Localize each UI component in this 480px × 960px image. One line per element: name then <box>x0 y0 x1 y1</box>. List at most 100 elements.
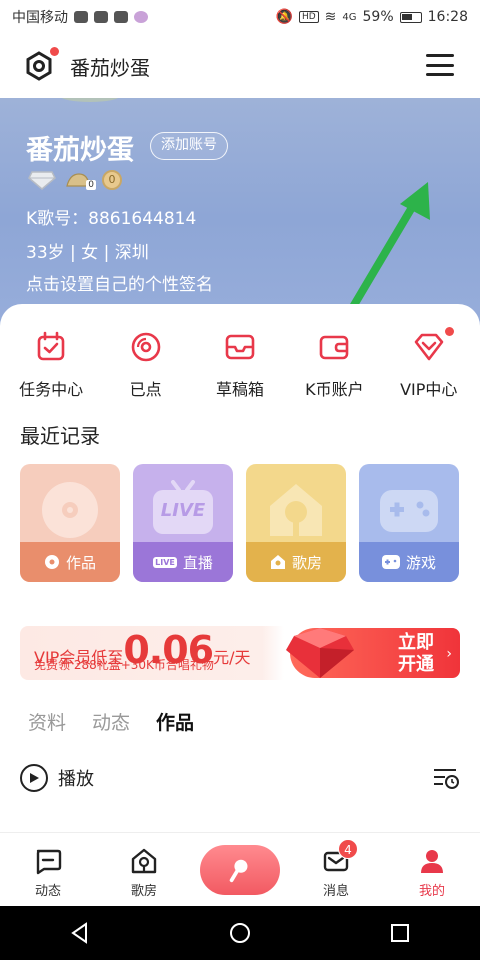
vip-diamond-icon <box>414 333 444 361</box>
banner-subtitle: 免费领 288礼盒+30K币合唱礼物 <box>34 658 214 672</box>
profile-header: 番茄炒蛋 添加账号 0 0 K歌号：8861644814 33岁 | 女 | 深… <box>0 98 480 338</box>
sing-button[interactable] <box>200 845 280 895</box>
signature-prompt[interactable]: 点击设置自己的个性签名 <box>26 270 213 295</box>
recent-records: 作品 LIVE LIVE 直播 歌房 游戏 <box>20 464 459 582</box>
tile-label: 游戏 <box>405 553 436 572</box>
signal-icon: 4G <box>342 11 357 23</box>
record-disc-small-icon <box>44 555 59 569</box>
coin-level-icon[interactable]: 0 <box>102 170 122 190</box>
recents-icon[interactable] <box>388 921 412 945</box>
red-gem-icon <box>286 628 354 678</box>
battery-icon <box>399 11 422 23</box>
play-icon[interactable] <box>20 764 48 792</box>
house-icon <box>131 848 157 874</box>
profile-nickname: 番茄炒蛋 <box>26 135 134 166</box>
house-icon <box>270 484 322 536</box>
system-navigation-bar <box>0 906 480 960</box>
app-notification-icon <box>114 11 128 23</box>
recent-records-title: 最近记录 <box>20 424 100 448</box>
gamepad-small-icon <box>381 555 400 569</box>
vip-promo-banner[interactable]: VIP会员低至0.06元/天 免费领 288礼盒+30K币合唱礼物 立即 开通 … <box>20 626 460 680</box>
recent-tile-room[interactable]: 歌房 <box>246 464 346 582</box>
wechat-notification-icon <box>74 11 88 23</box>
recent-tile-live[interactable]: LIVE LIVE 直播 <box>133 464 233 582</box>
main-card: 任务中心 已点 草稿箱 K币账户 VIP中心 最近记录 作品 LIVE LIVE… <box>0 304 480 844</box>
quick-vip-center[interactable]: VIP中心 <box>384 327 474 400</box>
settings-red-dot <box>50 47 59 56</box>
nav-messages[interactable]: 4 消息 <box>296 839 376 899</box>
inbox-tray-icon <box>225 334 255 360</box>
nav-label: 消息 <box>322 884 349 899</box>
k-id-text: K歌号：8861644814 <box>26 209 197 229</box>
nav-label: 我的 <box>418 884 445 899</box>
home-icon[interactable] <box>228 921 252 945</box>
banner-unit: 元/天 <box>213 648 251 667</box>
gamepad-icon <box>380 490 438 532</box>
quick-label: VIP中心 <box>400 380 458 399</box>
tile-label: 直播 <box>182 553 213 572</box>
hamburger-menu-icon[interactable] <box>426 54 454 76</box>
quick-ordered[interactable]: 已点 <box>101 330 191 400</box>
hd-icon: HD <box>298 11 319 23</box>
record-disc-icon <box>42 482 98 538</box>
header-title: 番茄炒蛋 <box>70 55 150 80</box>
quick-label: 草稿箱 <box>215 380 264 399</box>
quick-task-center[interactable]: 任务中心 <box>6 330 96 400</box>
status-bar: 中国移动 🔕 HD ≋ 4G 59% 16:28 <box>0 0 480 34</box>
person-icon <box>421 850 443 873</box>
live-small-icon: LIVE <box>153 556 177 568</box>
profile-background-decoration <box>60 98 120 102</box>
quick-label: 任务中心 <box>19 380 84 399</box>
house-small-icon <box>270 555 285 569</box>
tile-label: 作品 <box>65 553 96 572</box>
mute-icon: 🔕 <box>275 9 293 25</box>
quick-label: 已点 <box>129 380 162 399</box>
microphone-icon <box>229 859 248 883</box>
cta-text: 立即 开通 <box>398 632 434 676</box>
playlist-manage-icon[interactable] <box>432 766 460 790</box>
tab-works[interactable]: 作品 <box>156 708 194 735</box>
nav-sing[interactable] <box>200 845 280 895</box>
play-row: 播放 <box>20 764 460 792</box>
live-tag: LIVE <box>160 500 206 521</box>
recent-tile-works[interactable]: 作品 <box>20 464 120 582</box>
quick-drafts[interactable]: 草稿箱 <box>195 330 285 400</box>
vip-red-dot <box>444 327 454 336</box>
quick-kcoin-account[interactable]: K币账户 <box>289 330 379 400</box>
profile-details: 33岁 | 女 | 深圳 <box>26 243 149 263</box>
back-icon[interactable] <box>68 921 92 945</box>
chevron-right-icon: › <box>446 646 452 662</box>
battery-percent: 59% <box>362 9 394 25</box>
recent-tile-games[interactable]: 游戏 <box>359 464 459 582</box>
chat-bubble-icon <box>36 849 62 875</box>
profile-tabs: 资料 动态 作品 <box>28 708 194 735</box>
hat-level-number: 0 <box>86 180 96 190</box>
wifi-icon: ≋ <box>324 9 337 25</box>
diamond-level-icon[interactable] <box>28 170 56 190</box>
nav-me[interactable]: 我的 <box>392 847 472 899</box>
message-count-badge: 4 <box>338 839 358 859</box>
wallet-icon <box>320 335 349 360</box>
clock: 16:28 <box>427 9 468 25</box>
badge-row: 0 0 <box>28 170 122 190</box>
tab-feed[interactable]: 动态 <box>92 708 130 735</box>
disc-icon <box>131 332 160 362</box>
nav-label: 歌房 <box>130 884 157 899</box>
nav-room[interactable]: 歌房 <box>104 847 184 899</box>
carrier-label: 中国移动 <box>12 10 68 26</box>
calendar-check-icon <box>37 331 65 361</box>
add-account-button[interactable]: 添加账号 <box>150 132 228 160</box>
tab-profile-info[interactable]: 资料 <box>28 708 66 735</box>
message-notification-icon <box>94 11 108 23</box>
cta-line-1: 立即 <box>398 632 434 653</box>
play-label[interactable]: 播放 <box>58 765 94 791</box>
app2-notification-icon <box>134 11 148 23</box>
top-header: 番茄炒蛋 <box>0 34 480 98</box>
bottom-navigation: 动态 歌房 4 消息 我的 <box>0 832 480 906</box>
cta-line-2: 开通 <box>398 654 434 675</box>
tile-label: 歌房 <box>291 553 322 572</box>
settings-hex-icon[interactable] <box>24 47 59 81</box>
nav-feed[interactable]: 动态 <box>8 847 88 899</box>
quick-label: K币账户 <box>305 380 364 399</box>
hat-level-icon[interactable]: 0 <box>64 170 96 190</box>
